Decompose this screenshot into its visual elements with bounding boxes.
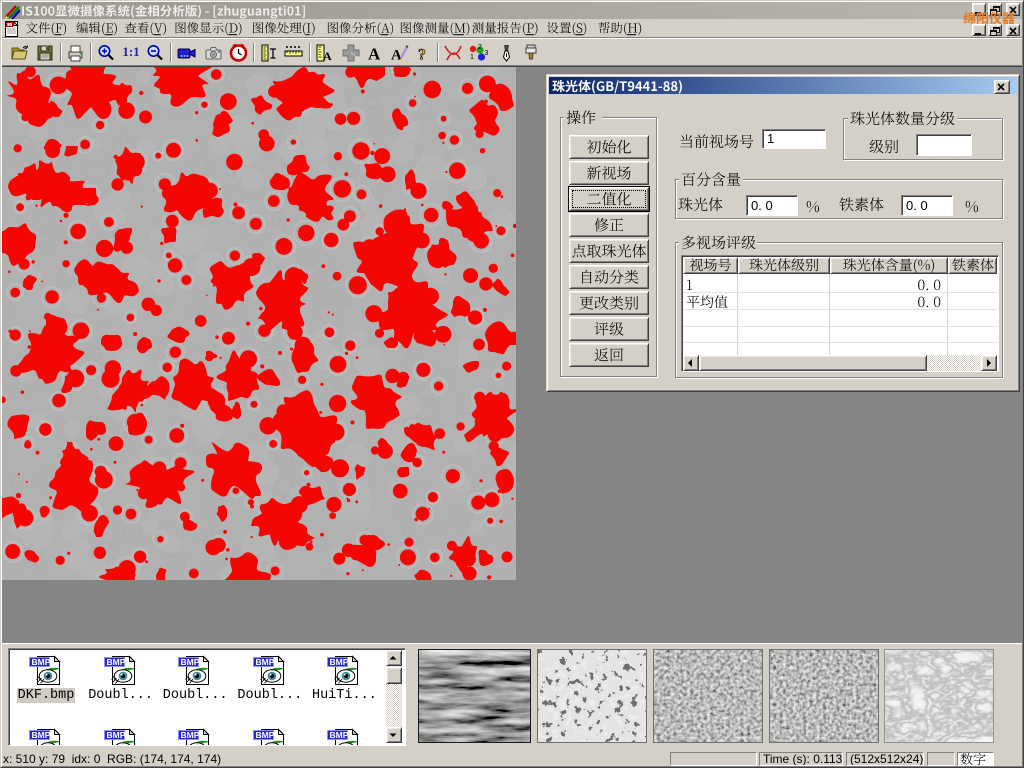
svg-text:1: 1 [470, 54, 474, 61]
svg-text:A: A [323, 49, 332, 63]
svg-text:2: 2 [478, 44, 482, 51]
svg-text:BMP: BMP [106, 730, 125, 740]
svg-text:BMP: BMP [32, 730, 51, 740]
svg-text:3: 3 [485, 50, 489, 57]
svg-text:BMP: BMP [181, 730, 200, 740]
svg-text:A: A [391, 48, 402, 64]
svg-text:DOC: DOC [7, 22, 16, 27]
svg-text:BMP: BMP [255, 657, 274, 667]
svg-text:BMP: BMP [32, 657, 51, 667]
svg-text:BMP: BMP [181, 657, 200, 667]
svg-text:A: A [368, 45, 381, 64]
svg-text:?: ? [418, 47, 426, 64]
svg-text:BMP: BMP [330, 730, 349, 740]
svg-text:BMP: BMP [330, 657, 349, 667]
svg-text:BMP: BMP [106, 657, 125, 667]
svg-text:BMP: BMP [255, 730, 274, 740]
